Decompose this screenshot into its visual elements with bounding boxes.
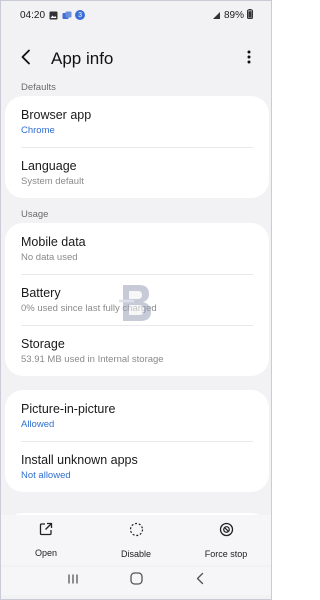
action-bar: Open Disable Force stop <box>1 515 271 565</box>
section-label-usage: Usage <box>21 209 49 220</box>
disable-dashed-circle-icon <box>129 522 144 542</box>
force-stop-button[interactable]: Force stop <box>181 515 271 565</box>
gallery-icon <box>49 11 58 20</box>
row-title: Storage <box>21 336 65 351</box>
more-vertical-icon <box>247 50 251 69</box>
more-options-button[interactable] <box>241 48 257 70</box>
app-notification-icon <box>62 11 72 20</box>
phone-screen: 04:20 3 89% App info Defaults Browser ap… <box>0 0 272 600</box>
row-subtitle: Not allowed <box>21 469 71 481</box>
row-subtitle: No data used <box>21 251 78 263</box>
page-title: App info <box>51 49 114 68</box>
signal-icon <box>212 11 221 20</box>
advanced-card: Picture-in-picture Allowed Install unkno… <box>5 390 269 492</box>
status-bar: 04:20 3 89% <box>1 1 271 29</box>
row-subtitle: 0% used since last fully charged <box>21 302 157 314</box>
row-title: Install unknown apps <box>21 452 138 467</box>
system-nav-bar <box>1 567 271 595</box>
section-label-defaults: Defaults <box>21 82 56 93</box>
notification-count-badge: 3 <box>75 10 86 20</box>
open-button[interactable]: Open <box>1 515 91 565</box>
row-title: Language <box>21 158 77 173</box>
disable-button[interactable]: Disable <box>91 515 181 565</box>
status-left: 04:20 3 <box>20 9 86 21</box>
recents-icon[interactable] <box>67 572 79 590</box>
status-right: 89% <box>212 8 253 22</box>
row-language[interactable]: Language System default <box>5 147 269 198</box>
row-title: Browser app <box>21 107 92 122</box>
disable-label: Disable <box>120 548 151 559</box>
defaults-card: Browser app Chrome Language System defau… <box>5 96 269 198</box>
nav-back-icon[interactable] <box>195 572 205 590</box>
back-arrow-icon <box>20 49 32 70</box>
usage-card: Mobile data No data used Battery 0% used… <box>5 223 269 376</box>
force-stop-label: Force stop <box>204 548 248 559</box>
battery-icon <box>247 8 253 22</box>
row-subtitle: System default <box>21 175 84 187</box>
row-subtitle: Chrome <box>21 124 55 136</box>
row-picture-in-picture[interactable]: Picture-in-picture Allowed <box>5 390 269 441</box>
battery-percent: 89% <box>223 9 244 21</box>
open-external-icon <box>39 522 53 541</box>
open-label: Open <box>34 548 58 558</box>
home-icon[interactable] <box>130 572 144 590</box>
row-install-unknown-apps[interactable]: Install unknown apps Not allowed <box>5 441 269 492</box>
status-time: 04:20 <box>20 9 46 21</box>
row-title: Mobile data <box>21 234 86 249</box>
row-browser-app[interactable]: Browser app Chrome <box>5 96 269 147</box>
row-battery[interactable]: Battery 0% used since last fully charged <box>5 274 269 325</box>
row-title: Picture-in-picture <box>21 401 116 416</box>
row-mobile-data[interactable]: Mobile data No data used <box>5 223 269 274</box>
app-bar: App info <box>1 41 271 77</box>
row-title: Battery <box>21 285 61 300</box>
row-subtitle: Allowed <box>21 418 55 430</box>
back-button[interactable] <box>15 48 37 70</box>
row-storage[interactable]: Storage 53.91 MB used in Internal storag… <box>5 325 269 376</box>
row-subtitle: 53.91 MB used in Internal storage <box>21 353 164 365</box>
force-stop-icon <box>219 522 234 542</box>
